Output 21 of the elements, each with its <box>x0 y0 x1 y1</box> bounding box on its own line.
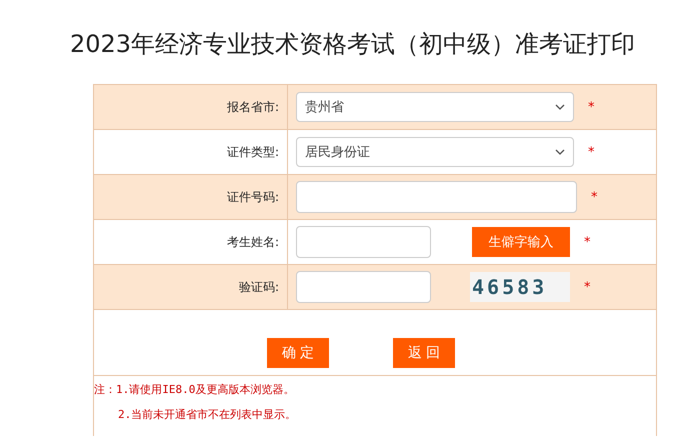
field-label: 报名省市: <box>226 98 279 116</box>
field-label: 证件类型: <box>226 144 279 160</box>
field-label: 验证码: <box>238 278 279 296</box>
note-text: 2.当前未开通省市不在列表中显示。 <box>117 407 298 422</box>
note-text: 注：1.请使用IE8.0及更高版本浏览器。 <box>94 382 296 397</box>
input-field[interactable] <box>296 181 577 213</box>
field-label: 考生姓名: <box>226 234 279 250</box>
required-mark: * <box>588 144 594 160</box>
input-field[interactable] <box>296 271 431 303</box>
chevron-down-icon <box>555 149 565 155</box>
captcha-image[interactable]: 46583 <box>470 272 570 302</box>
required-mark: * <box>588 100 594 114</box>
chevron-down-icon <box>555 104 565 110</box>
required-mark: * <box>584 280 590 294</box>
required-mark: * <box>591 190 598 204</box>
required-mark: * <box>584 234 590 250</box>
input-field[interactable] <box>296 226 431 258</box>
dropdown[interactable]: 居民身份证 <box>296 137 574 167</box>
page-title: 2023年经济专业技术资格考试（初中级）准考证打印 <box>70 29 636 60</box>
dropdown[interactable]: 贵州省 <box>296 92 574 122</box>
field-label: 证件号码: <box>226 188 279 206</box>
